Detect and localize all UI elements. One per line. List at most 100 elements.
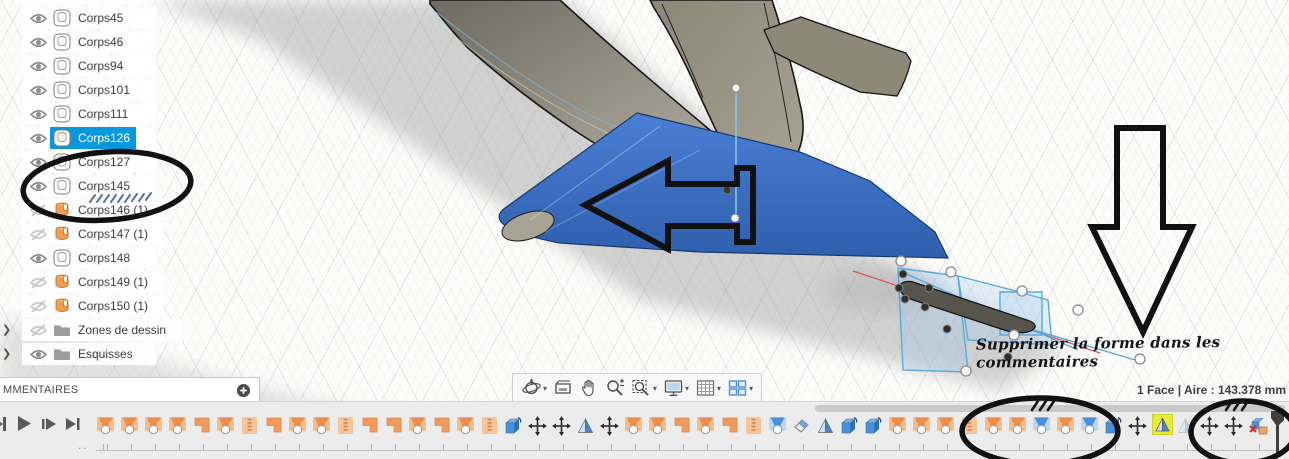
- corner-feature-icon[interactable]: [720, 416, 740, 436]
- chevron-down-icon: ▾: [685, 383, 690, 393]
- edge-feature-icon[interactable]: [960, 416, 980, 436]
- browser-item-corps94[interactable]: Corps94: [22, 55, 156, 77]
- form-feature-icon[interactable]: [144, 416, 164, 436]
- browser-item-corps126[interactable]: Corps126: [22, 127, 156, 149]
- form-feature-icon[interactable]: [168, 416, 188, 436]
- play-button[interactable]: [16, 415, 33, 432]
- form-feature-icon[interactable]: [120, 416, 140, 436]
- visibility-eye-on-icon[interactable]: [26, 132, 50, 145]
- corner-feature-icon[interactable]: [672, 416, 692, 436]
- form-feature-icon[interactable]: [216, 416, 236, 436]
- browser-item-corps148[interactable]: Corps148: [22, 247, 156, 269]
- visibility-eye-off-icon[interactable]: [26, 299, 50, 313]
- browser-item-zones-de-dessin[interactable]: ❯ Zones de dessin: [2, 319, 183, 341]
- visibility-eye-on-icon[interactable]: [26, 180, 50, 193]
- form-feature-icon[interactable]: [408, 416, 428, 436]
- move-feature-icon[interactable]: [1128, 416, 1148, 436]
- browser-item-corps111[interactable]: Corps111: [22, 103, 156, 125]
- browser-item-corps45[interactable]: Corps45: [22, 7, 156, 29]
- form-feature-icon[interactable]: [936, 416, 956, 436]
- step-forward-button[interactable]: [41, 417, 57, 431]
- blueform-feature-icon[interactable]: [1080, 416, 1100, 436]
- visibility-eye-on-icon[interactable]: [26, 36, 50, 49]
- blueform-feature-icon[interactable]: [768, 416, 788, 436]
- visibility-eye-on-icon[interactable]: [26, 108, 50, 121]
- visibility-eye-off-icon[interactable]: [26, 323, 50, 337]
- visibility-eye-on-icon[interactable]: [26, 84, 50, 97]
- expand-chevron-icon[interactable]: ❯: [2, 323, 16, 336]
- bluebox-feature-icon[interactable]: [1104, 416, 1124, 436]
- browser-item-corps149-1[interactable]: Corps149 (1): [22, 271, 165, 293]
- corner-feature-icon[interactable]: [360, 416, 380, 436]
- browser-item-corps145[interactable]: Corps145: [22, 175, 156, 197]
- skip-start-button[interactable]: [0, 416, 8, 432]
- blueform-feature-icon[interactable]: [1032, 416, 1052, 436]
- form-feature-icon[interactable]: [912, 416, 932, 436]
- orbit-button[interactable]: ▾: [519, 376, 549, 400]
- timeline-playback-controls: [0, 415, 81, 432]
- zoom-icon: [605, 378, 625, 398]
- visibility-eye-on-icon[interactable]: [26, 252, 50, 265]
- bluebox-feature-icon[interactable]: [864, 416, 884, 436]
- plus-circle-icon[interactable]: [236, 383, 251, 398]
- corner-feature-icon[interactable]: [432, 416, 452, 436]
- form-feature-icon[interactable]: [624, 416, 644, 436]
- visibility-eye-on-icon[interactable]: [26, 156, 50, 169]
- bluebox-feature-icon[interactable]: [504, 416, 524, 436]
- mirror-feature-icon[interactable]: [576, 416, 596, 436]
- edge-feature-icon[interactable]: [744, 416, 764, 436]
- skip-end-button[interactable]: [65, 417, 81, 431]
- form-feature-icon[interactable]: [888, 416, 908, 436]
- browser-item-corps147-1[interactable]: Corps147 (1): [22, 223, 165, 245]
- move-feature-icon[interactable]: [600, 416, 620, 436]
- fit-button[interactable]: ▾: [629, 376, 659, 400]
- mirror-disabled-feature-icon[interactable]: [1176, 416, 1196, 436]
- move-feature-icon[interactable]: [528, 416, 548, 436]
- form-feature-icon[interactable]: [288, 416, 308, 436]
- form-feature-icon[interactable]: [96, 416, 116, 436]
- move-feature-icon[interactable]: [552, 416, 572, 436]
- move-feature-icon[interactable]: [1224, 416, 1244, 436]
- visibility-eye-off-icon[interactable]: [26, 275, 50, 289]
- delete-feature-icon[interactable]: [1248, 416, 1268, 436]
- visibility-eye-off-icon[interactable]: [26, 227, 50, 241]
- form-feature-icon[interactable]: [984, 416, 1004, 436]
- bluebox-feature-icon[interactable]: [840, 416, 860, 436]
- corner-feature-icon[interactable]: [264, 416, 284, 436]
- visibility-eye-off-icon[interactable]: [26, 203, 50, 217]
- look-at-button[interactable]: [551, 376, 575, 400]
- viewports-button[interactable]: ▾: [725, 376, 755, 400]
- form-feature-icon[interactable]: [1008, 416, 1028, 436]
- corner-feature-icon[interactable]: [192, 416, 212, 436]
- form-feature-icon[interactable]: [696, 416, 716, 436]
- body-orange-icon: [53, 201, 71, 219]
- timeline-scrollbar[interactable]: [815, 405, 1285, 412]
- timeline-position-marker[interactable]: [1268, 410, 1286, 456]
- visibility-eye-on-icon[interactable]: [26, 12, 50, 25]
- visibility-eye-on-icon[interactable]: [26, 348, 50, 361]
- browser-item-corps46[interactable]: Corps46: [22, 31, 156, 53]
- browser-item-corps146-1[interactable]: Corps146 (1): [22, 199, 165, 221]
- mirror-feature-icon[interactable]: [816, 416, 836, 436]
- browser-item-corps101[interactable]: Corps101: [22, 79, 156, 101]
- expand-chevron-icon[interactable]: ❯: [2, 347, 16, 360]
- form-feature-icon[interactable]: [1056, 416, 1076, 436]
- eraser-feature-icon[interactable]: [792, 416, 812, 436]
- edge-feature-icon[interactable]: [240, 416, 260, 436]
- form-feature-icon[interactable]: [648, 416, 668, 436]
- display-settings-button[interactable]: ▾: [661, 376, 691, 400]
- visibility-eye-on-icon[interactable]: [26, 60, 50, 73]
- browser-item-corps127[interactable]: Corps127: [22, 151, 156, 173]
- edge-feature-icon[interactable]: [480, 416, 500, 436]
- form-feature-icon[interactable]: [312, 416, 332, 436]
- zoom-button[interactable]: [603, 376, 627, 400]
- form-feature-icon[interactable]: [456, 416, 476, 436]
- move-feature-icon[interactable]: [1200, 416, 1220, 436]
- edge-feature-icon[interactable]: [336, 416, 356, 436]
- pan-button[interactable]: [577, 376, 601, 400]
- corner-feature-icon[interactable]: [384, 416, 404, 436]
- grid-settings-button[interactable]: ▾: [693, 376, 723, 400]
- browser-item-corps150-1[interactable]: Corps150 (1): [22, 295, 165, 317]
- mirror-warning-feature-icon[interactable]: [1151, 413, 1174, 436]
- browser-item-esquisses[interactable]: ❯ Esquisses: [2, 343, 156, 365]
